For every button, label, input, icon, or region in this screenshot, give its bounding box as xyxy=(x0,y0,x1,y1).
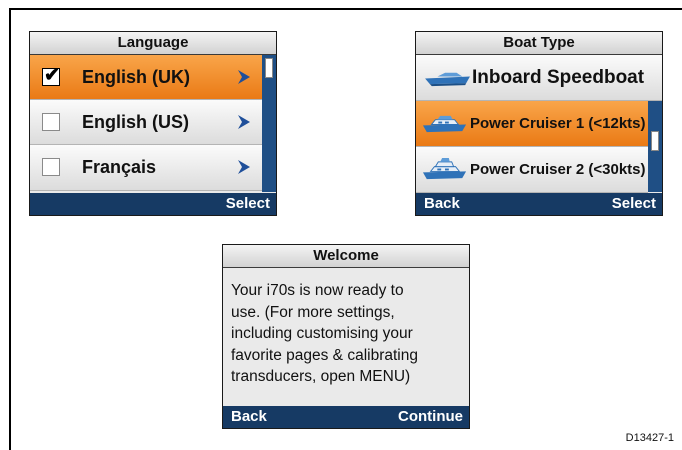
scrollbar-thumb[interactable] xyxy=(651,131,659,151)
welcome-screen: Welcome Your i70s is now ready to use. (… xyxy=(222,244,470,429)
welcome-message-line: Your i70s is now ready to xyxy=(231,282,404,299)
power-cruiser-icon xyxy=(422,115,467,133)
power-cruiser-icon xyxy=(422,158,467,180)
boat-item-power-cruiser-1[interactable]: Power Cruiser 1 (<12kts) xyxy=(416,101,648,147)
back-softkey[interactable]: Back xyxy=(231,406,267,428)
checkbox-empty-icon[interactable] xyxy=(42,158,60,176)
boat-type-title: Boat Type xyxy=(416,32,662,55)
language-item-francais[interactable]: Français xyxy=(30,145,262,191)
welcome-message-line: transducers, open MENU) xyxy=(231,368,411,386)
scrollbar-thumb[interactable] xyxy=(265,58,273,78)
welcome-message-line: favorite pages & calibrating xyxy=(231,346,418,364)
welcome-softkey-bar: Back Continue xyxy=(223,406,469,428)
chevron-right-icon xyxy=(238,70,250,84)
checkbox-empty-icon[interactable] xyxy=(42,113,60,131)
language-title: Language xyxy=(30,32,276,55)
language-item-label: English (UK) xyxy=(82,67,190,87)
chevron-right-icon xyxy=(238,115,250,129)
boat-item-label: Inboard Speedboat xyxy=(472,67,645,88)
language-item-english-uk[interactable]: ✔ English (UK) xyxy=(30,55,262,100)
boat-item-label: Power Cruiser 2 (<30kts) xyxy=(470,161,646,178)
frame-left-border xyxy=(9,8,11,450)
language-item-label: Français xyxy=(82,157,157,177)
back-softkey[interactable]: Back xyxy=(424,193,460,215)
continue-softkey[interactable]: Continue xyxy=(398,406,463,428)
select-softkey[interactable]: Select xyxy=(226,193,270,215)
language-item-english-us[interactable]: English (US) xyxy=(30,100,262,145)
welcome-title: Welcome xyxy=(223,245,469,268)
boat-item-power-cruiser-2[interactable]: Power Cruiser 2 (<30kts) xyxy=(416,147,648,193)
language-screen: Language ✔ English (UK) English (US) Fra… xyxy=(29,31,277,216)
welcome-message-line: use. (For more settings, xyxy=(231,303,395,321)
language-softkey-bar: Select xyxy=(30,193,276,215)
checkbox-checked-icon[interactable]: ✔ xyxy=(42,65,60,86)
boat-type-screen: Boat Type Inboard Speedboat Power Cruise… xyxy=(415,31,663,216)
boat-type-softkey-bar: Back Select xyxy=(416,193,662,215)
speedboat-icon xyxy=(425,72,470,87)
welcome-message-line: including customising your xyxy=(231,325,413,343)
language-item-label: English (US) xyxy=(82,112,189,132)
welcome-message: Your i70s is now ready to use. (For more… xyxy=(231,280,446,388)
chevron-right-icon xyxy=(238,160,250,174)
document-reference: D13427-1 xyxy=(625,432,674,444)
frame-top-border xyxy=(9,8,682,10)
boat-item-label: Power Cruiser 1 (<12kts) xyxy=(470,115,646,132)
scrollbar[interactable] xyxy=(262,55,276,192)
select-softkey[interactable]: Select xyxy=(612,193,656,215)
scrollbar[interactable] xyxy=(648,101,662,192)
boat-item-inboard-speedboat[interactable]: Inboard Speedboat xyxy=(416,55,662,101)
